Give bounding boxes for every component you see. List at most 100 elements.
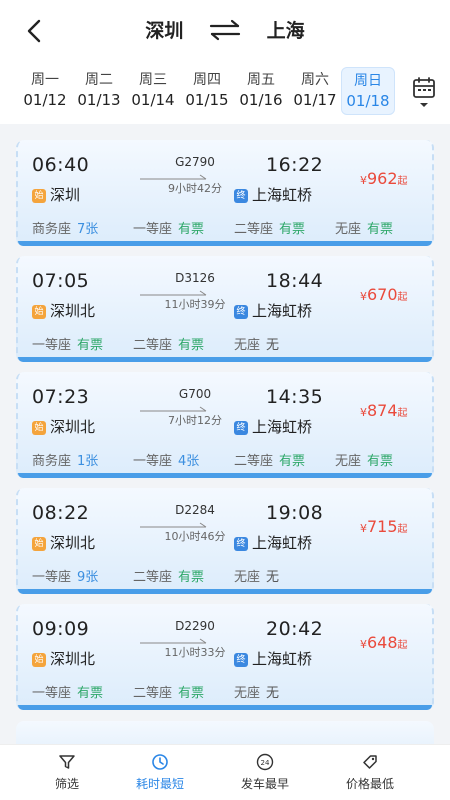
- svg-text:24: 24: [261, 759, 270, 767]
- seat-avail: 有票: [279, 454, 306, 469]
- train-card[interactable]: 09:09 D2290 11小时33分 20:42 始深圳北 终上海虹桥 ¥64…: [16, 604, 434, 710]
- date-item-tue[interactable]: 周二 01/13: [72, 67, 126, 115]
- seat-type: 一等座: [133, 454, 173, 469]
- date-item-sat[interactable]: 周六 01/17: [288, 67, 342, 115]
- seat-avail: 有票: [367, 222, 394, 237]
- date-item-thu[interactable]: 周四 01/15: [180, 67, 234, 115]
- seat-avail: 9张: [77, 570, 99, 585]
- seat-first: 一等座 有票: [133, 218, 204, 237]
- departure-station: 始深圳北: [32, 416, 95, 437]
- end-badge: 终: [234, 305, 248, 319]
- seat-type: 一等座: [32, 338, 72, 353]
- weekday-label: 周二: [85, 72, 113, 88]
- price-suffix: 起: [397, 408, 408, 419]
- price-suffix: 起: [397, 292, 408, 303]
- arrival-time: 14:35: [266, 386, 324, 408]
- filter-icon: [59, 755, 75, 769]
- seat-type: 商务座: [32, 222, 72, 237]
- train-list: 06:40 G2790 9小时42分 16:22 始深圳 终上海虹桥 ¥962起…: [0, 124, 450, 744]
- arrival-station-name: 上海虹桥: [252, 650, 313, 668]
- train-number: D2284: [175, 503, 215, 517]
- currency-symbol: ¥: [360, 638, 367, 651]
- train-number: G700: [178, 387, 212, 401]
- date-item-fri[interactable]: 周五 01/16: [234, 67, 288, 115]
- seat-first: 一等座 有票: [32, 682, 103, 701]
- train-card-partial[interactable]: [16, 721, 434, 744]
- seat-avail: 1张: [77, 454, 99, 469]
- departure-time: 08:22: [32, 502, 90, 524]
- seat-type: 无座: [335, 454, 362, 469]
- seat-availability: 一等座 有票 二等座 有票 无座无: [32, 334, 432, 353]
- departure-station: 始深圳北: [32, 532, 95, 553]
- seat-avail: 有票: [178, 570, 205, 585]
- tab-earliest-departure[interactable]: 24 发车最早: [209, 753, 321, 792]
- seat-avail: 4张: [178, 454, 200, 469]
- date-item-wed[interactable]: 周三 01/14: [126, 67, 180, 115]
- seat-second: 二等座 有票: [234, 218, 305, 237]
- seat-type: 无座: [234, 570, 261, 585]
- price: ¥648起: [360, 633, 408, 652]
- start-badge: 始: [32, 421, 46, 435]
- arrival-station-name: 上海虹桥: [252, 418, 313, 436]
- seat-avail: 有票: [178, 686, 205, 701]
- train-card[interactable]: 07:05 D3126 11小时39分 18:44 始深圳北 终上海虹桥 ¥67…: [16, 256, 434, 362]
- date-label: 01/12: [23, 91, 67, 109]
- date-label: 01/13: [77, 91, 121, 109]
- departure-station: 始深圳: [32, 184, 80, 205]
- departure-station-name: 深圳北: [50, 534, 96, 552]
- date-label: 01/14: [131, 91, 175, 109]
- seat-avail: 有票: [77, 686, 104, 701]
- price-value: 874: [367, 401, 398, 420]
- seat-avail: 有票: [279, 222, 306, 237]
- card-edge: [18, 705, 432, 710]
- seat-standing: 无座无: [234, 334, 279, 353]
- tab-label: 发车最早: [240, 777, 289, 791]
- start-badge: 始: [32, 537, 46, 551]
- train-number: G2790: [175, 155, 215, 169]
- price-value: 715: [367, 517, 398, 536]
- tab-shortest-duration[interactable]: 耗时最短: [104, 753, 216, 792]
- seat-second: 二等座 有票: [133, 566, 204, 585]
- date-label: 01/16: [239, 91, 283, 109]
- date-label: 01/17: [293, 91, 337, 109]
- seat-second: 二等座 有票: [234, 450, 305, 469]
- price: ¥715起: [360, 517, 408, 536]
- seat-avail: 有票: [178, 338, 205, 353]
- price-tag-icon: [363, 755, 377, 769]
- to-city[interactable]: 上海: [267, 16, 305, 43]
- weekday-label: 周日: [354, 73, 382, 89]
- train-number: D2290: [175, 619, 215, 633]
- seat-availability: 商务座 7张 一等座 有票 二等座 有票 无座 有票: [32, 218, 432, 237]
- seat-avail: 有票: [178, 222, 205, 237]
- arrival-time: 19:08: [266, 502, 324, 524]
- train-card[interactable]: 06:40 G2790 9小时42分 16:22 始深圳 终上海虹桥 ¥962起…: [16, 140, 434, 246]
- arrival-station: 终上海虹桥: [234, 532, 312, 553]
- weekday-label: 周六: [301, 72, 329, 88]
- calendar-button[interactable]: [410, 76, 438, 112]
- swap-icon[interactable]: [208, 19, 242, 41]
- price-value: 670: [367, 285, 398, 304]
- date-item-mon[interactable]: 周一 01/12: [18, 67, 72, 115]
- seat-avail: 无: [266, 686, 280, 701]
- price: ¥874起: [360, 401, 408, 420]
- from-city[interactable]: 深圳: [145, 16, 183, 43]
- price-value: 962: [367, 169, 398, 188]
- train-card[interactable]: 08:22 D2284 10小时46分 19:08 始深圳北 终上海虹桥 ¥71…: [16, 488, 434, 594]
- date-item-sun-selected[interactable]: 周日 01/18: [341, 67, 395, 115]
- seat-second: 二等座 有票: [133, 682, 204, 701]
- seat-avail: 7张: [77, 222, 99, 237]
- card-edge: [18, 357, 432, 362]
- departure-time: 07:23: [32, 386, 90, 408]
- seat-first: 一等座 9张: [32, 566, 98, 585]
- date-label: 01/18: [346, 92, 390, 110]
- seat-type: 无座: [234, 686, 261, 701]
- tab-lowest-price[interactable]: 价格最低: [314, 753, 426, 792]
- seat-business: 商务座 7张: [32, 218, 98, 237]
- seat-standing: 无座无: [234, 682, 279, 701]
- weekday-label: 周四: [193, 72, 221, 88]
- seat-type: 一等座: [32, 686, 72, 701]
- tab-label: 价格最低: [345, 777, 394, 791]
- train-card[interactable]: 07:23 G700 7小时12分 14:35 始深圳北 终上海虹桥 ¥874起…: [16, 372, 434, 478]
- seat-type: 商务座: [32, 454, 72, 469]
- end-badge: 终: [234, 421, 248, 435]
